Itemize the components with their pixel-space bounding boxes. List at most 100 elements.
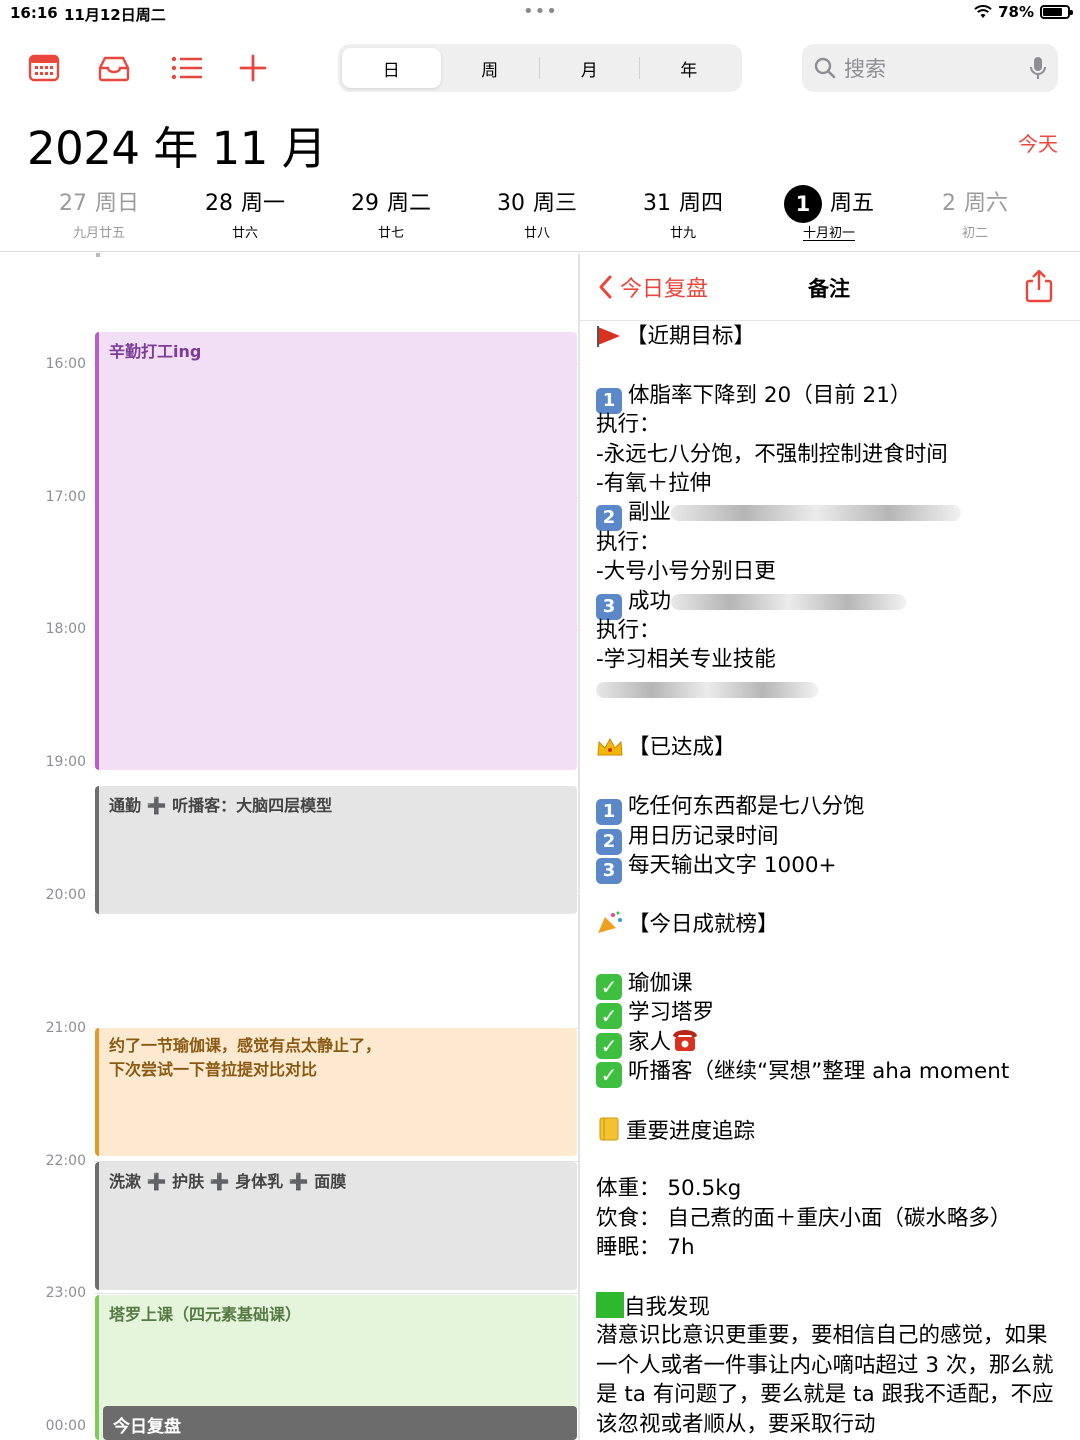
- view-segmented-control: 日 周 月 年: [338, 44, 742, 92]
- hour-label: 17:00: [45, 489, 86, 505]
- inbox-icon[interactable]: [97, 52, 131, 84]
- day-weekday: 周五: [829, 191, 874, 216]
- day-weekday: 周二: [386, 191, 431, 216]
- segment-month[interactable]: 月: [540, 48, 639, 88]
- week-day[interactable]: 31 周四 廿九: [610, 186, 756, 241]
- event-title: 通勤 ➕ 听播客：大脑四层模型: [109, 796, 333, 815]
- hour-label: 23:00: [45, 1285, 86, 1301]
- today-button[interactable]: 今天: [1018, 128, 1058, 157]
- status-time: 16:16: [10, 4, 58, 22]
- note-line: 【已达成】: [596, 733, 1066, 762]
- note-line: -学习相关专业技能: [596, 647, 776, 673]
- event-title: 辛勤打工ing: [109, 342, 202, 361]
- note-line: 【今日成就榜】: [596, 910, 1066, 939]
- calendar-event[interactable]: 约了一节瑜伽课，感觉有点太静止了， 下次尝试一下普拉提对比对比: [95, 1028, 577, 1156]
- plus-icon[interactable]: [236, 52, 270, 84]
- hour-label: 20:00: [45, 887, 86, 903]
- hour-label: 00:00: [45, 1418, 86, 1434]
- calendar-event[interactable]: 塔罗上课（四元素基础课） 今日复盘: [95, 1295, 577, 1440]
- day-timeline[interactable]: 16:00 17:00 18:00 19:00 20:00 21:00 22:0…: [0, 253, 580, 1440]
- event-title: 今日复盘: [113, 1417, 181, 1437]
- share-icon[interactable]: [1024, 269, 1054, 303]
- hour-label: 19:00: [45, 754, 86, 770]
- day-number: 31: [642, 191, 671, 216]
- week-day[interactable]: 30 周三 廿八: [464, 186, 610, 241]
- hour-label: 16:00: [45, 356, 86, 372]
- week-day[interactable]: 27 周日 九月廿五: [26, 186, 172, 241]
- note-text: 每天输出文字 1000+: [628, 853, 837, 879]
- note-text: 吃任何东西都是七八分饱: [628, 794, 865, 820]
- note-line: 重要进度追踪: [596, 1116, 1066, 1145]
- status-right: 78%: [974, 3, 1073, 21]
- note-text: 学习塔罗: [628, 999, 715, 1025]
- day-lunar: 九月廿五: [72, 226, 125, 241]
- redacted-blur: [596, 681, 818, 698]
- note-line: [596, 675, 1066, 704]
- day-number: 2: [941, 191, 956, 216]
- calendar-event[interactable]: 辛勤打工ing: [95, 332, 577, 770]
- event-title: 塔罗上课（四元素基础课）: [109, 1305, 302, 1324]
- toolbar: 日 周 月 年 搜索: [0, 40, 1080, 96]
- note-line: 2 用日历记录时间: [596, 822, 1066, 855]
- red-flag-icon: [597, 326, 620, 347]
- note-text: 家人: [628, 1030, 672, 1056]
- note-heading: 重要进度追踪: [626, 1118, 756, 1144]
- search-placeholder: 搜索: [844, 57, 886, 81]
- calendar-event[interactable]: 通勤 ➕ 听播客：大脑四层模型: [95, 786, 577, 914]
- day-number: 30: [496, 191, 525, 216]
- page-title: 2024 年 11 月: [27, 122, 327, 175]
- microphone-icon[interactable]: [1030, 56, 1046, 80]
- calendar-icon[interactable]: [27, 52, 61, 84]
- segment-year[interactable]: 年: [640, 48, 739, 88]
- notebook-icon: [599, 1117, 619, 1141]
- note-line: -永远七八分饱，不强制控制进食时间: [596, 441, 948, 467]
- note-line: -大号小号分别日更: [596, 559, 776, 585]
- check-mark-icon: ✓: [596, 1061, 622, 1088]
- hour-line: [94, 1293, 580, 1294]
- battery-percent: 78%: [998, 3, 1034, 21]
- note-heading: 自我发现: [624, 1294, 711, 1320]
- note-paragraph: 潜意识比意识更重要，要相信自己的感觉，如果一个人或者一件事让内心嘀咕超过 3 次…: [596, 1323, 1054, 1437]
- search-input[interactable]: 搜索: [802, 44, 1058, 92]
- note-text: 听播客（继续“冥想”整理 aha moment: [628, 1058, 1010, 1084]
- week-day[interactable]: 28 周一 廿六: [172, 186, 318, 241]
- notes-text[interactable]: 【近期目标】 1 体脂率下降到 20（目前 21） 执行： -永远七八分饱，不强制…: [596, 322, 1066, 1439]
- check-mark-icon: ✓: [596, 973, 622, 1000]
- day-weekday: 周三: [532, 191, 577, 216]
- day-number: 29: [350, 191, 379, 216]
- note-text: 副业: [628, 500, 672, 526]
- hour-label: 18:00: [45, 621, 86, 637]
- note-line: 执行：: [596, 529, 661, 555]
- week-day[interactable]: 2 周六 初二: [902, 186, 1048, 241]
- day-lunar: 廿七: [377, 226, 404, 241]
- calendar-event-selected[interactable]: 今日复盘: [103, 1406, 577, 1440]
- back-button[interactable]: 今日复盘: [598, 271, 708, 303]
- list-icon[interactable]: [170, 52, 204, 84]
- notes-title: 备注: [808, 277, 850, 301]
- note-heading: 【近期目标】: [626, 324, 756, 349]
- day-number: 27: [58, 191, 87, 216]
- note-line: ✓ 瑜伽课: [596, 969, 1066, 1000]
- segment-week[interactable]: 周: [441, 48, 540, 88]
- multitasking-dots-icon[interactable]: •••: [523, 1, 558, 22]
- chevron-left-icon: [599, 275, 612, 299]
- calendar-event[interactable]: 洗漱 ➕ 护肤 ➕ 身体乳 ➕ 面膜: [95, 1162, 577, 1290]
- note-line: 自我发现: [596, 1291, 1066, 1321]
- week-day-selected[interactable]: 1 周五 十月初一: [756, 185, 902, 241]
- note-text: 成功: [628, 588, 672, 614]
- green-square-icon: [596, 1291, 624, 1318]
- day-number: 28: [204, 191, 233, 216]
- day-weekday: 周四: [678, 191, 723, 216]
- week-day[interactable]: 29 周二 廿七: [318, 186, 464, 241]
- hour-label: 22:00: [45, 1153, 86, 1169]
- event-title: 约了一节瑜伽课，感觉有点太静止了，: [109, 1036, 382, 1055]
- segment-day[interactable]: 日: [342, 48, 441, 88]
- note-line: 饮食： 自己煮的面＋重庆小面（碳水略多）: [596, 1205, 1012, 1231]
- day-lunar: 十月初一: [802, 226, 855, 241]
- check-mark-icon: ✓: [596, 1033, 622, 1060]
- notes-header: 今日复盘 备注: [580, 253, 1080, 321]
